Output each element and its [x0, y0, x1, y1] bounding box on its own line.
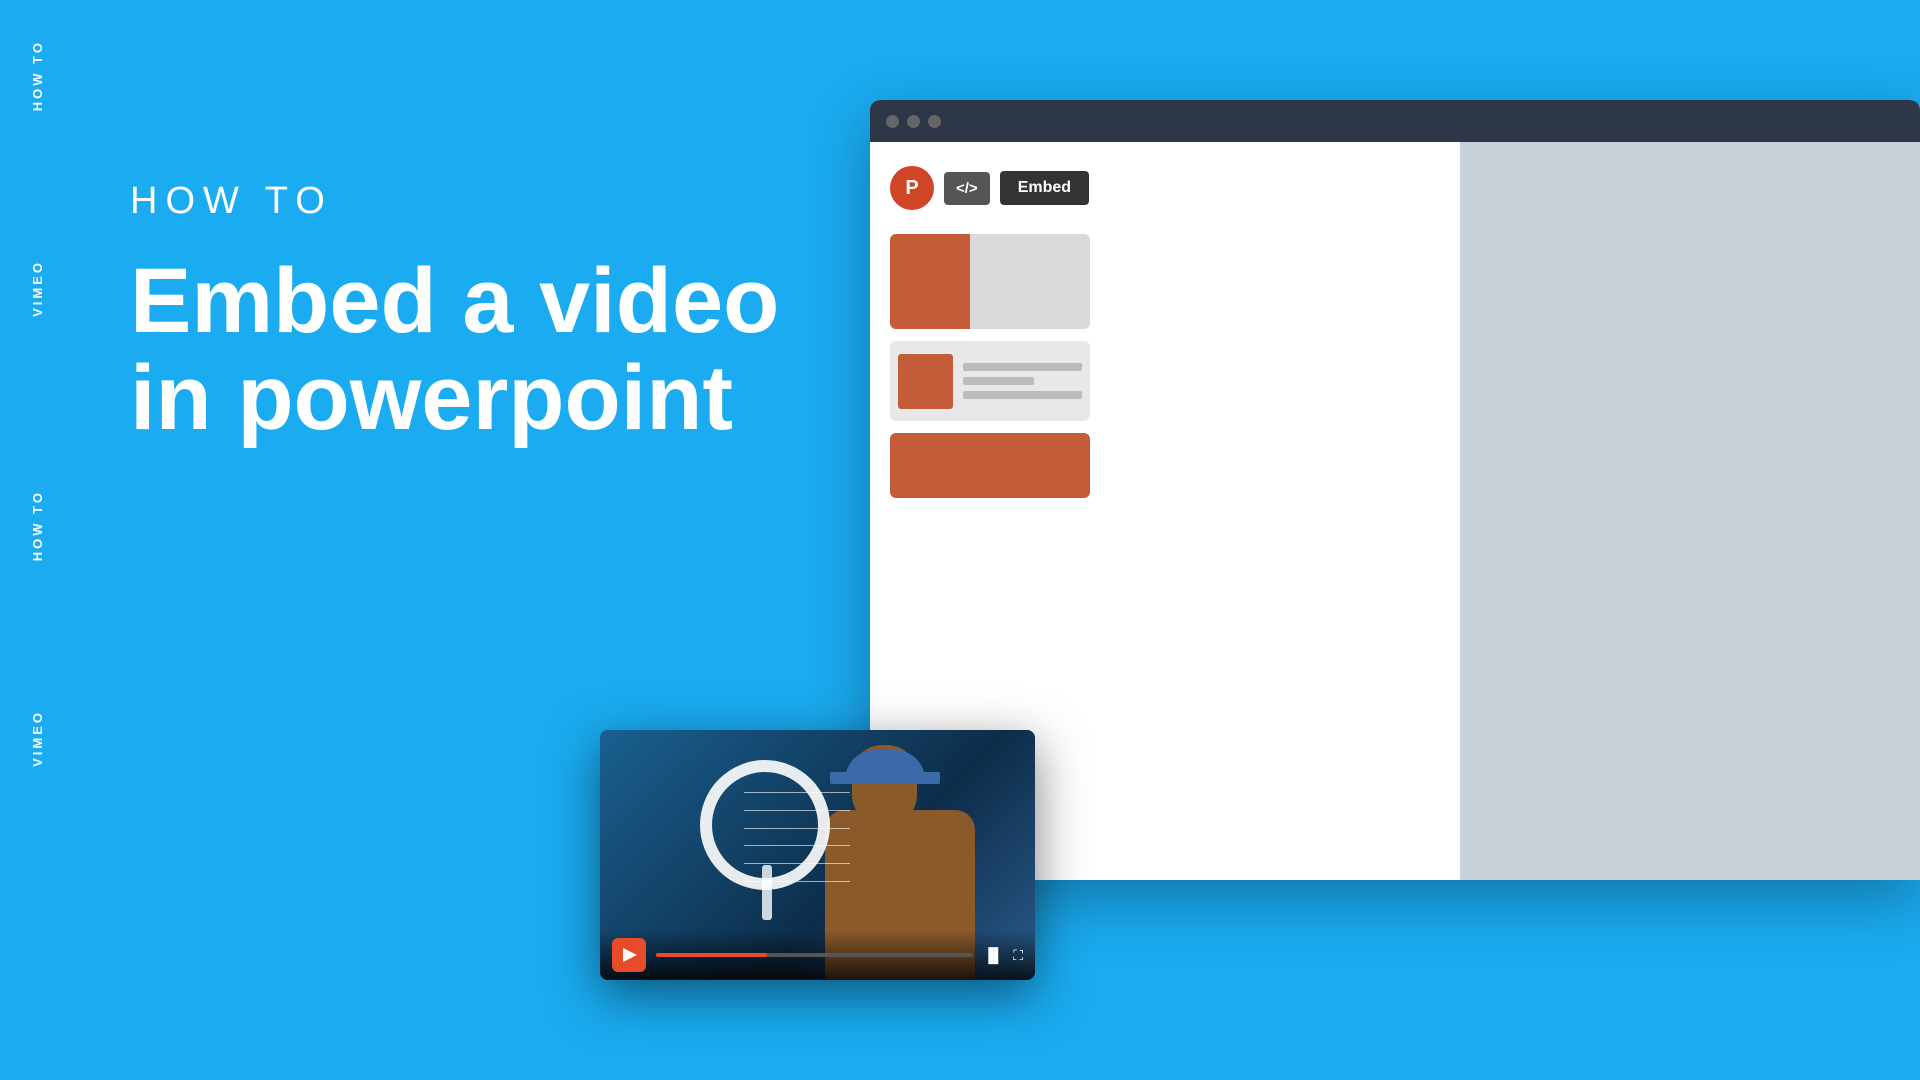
- how-to-subtitle: HOW TO: [130, 180, 779, 223]
- play-icon: [623, 948, 637, 962]
- content-list: [890, 234, 1090, 498]
- list-item: [890, 341, 1090, 421]
- list-item: [890, 433, 1090, 498]
- main-title: Embed a video in powerpoint: [130, 253, 779, 446]
- video-player[interactable]: ▐▌ ⛶: [600, 730, 1035, 980]
- vertical-label-howto-bot: HOW TO: [30, 490, 45, 561]
- vertical-label-vimeo-bot: VIMEO: [30, 710, 45, 767]
- main-content-area: HOW TO Embed a video in powerpoint: [130, 180, 779, 446]
- code-embed-button[interactable]: </>: [944, 172, 990, 205]
- list-content-area: [970, 234, 1090, 329]
- browser-right-panel: [1460, 142, 1920, 880]
- vertical-label-vimeo-mid: VIMEO: [30, 260, 45, 317]
- list-thumbnail-wide: [890, 433, 1090, 498]
- racket-handle: [762, 865, 772, 920]
- browser-dot-green: [928, 115, 941, 128]
- racket-string: [744, 792, 850, 793]
- video-progress-fill: [656, 953, 767, 957]
- racket-string: [744, 810, 850, 811]
- racket-string: [744, 828, 850, 829]
- list-line: [963, 391, 1082, 399]
- list-item: [890, 234, 1090, 329]
- list-line: [963, 377, 1034, 385]
- vertical-label-howto-top: HOW TO: [30, 40, 45, 111]
- list-text-lines: [963, 363, 1082, 399]
- racket-string: [744, 881, 850, 882]
- browser-titlebar: [870, 100, 1920, 142]
- video-progress-bar[interactable]: [656, 953, 973, 957]
- video-background: ▐▌ ⛶: [600, 730, 1035, 980]
- embed-button[interactable]: Embed: [1000, 171, 1089, 205]
- racket-string: [744, 845, 850, 846]
- list-thumbnail-large: [890, 234, 970, 329]
- list-thumbnail-small: [898, 354, 953, 409]
- play-button[interactable]: [612, 938, 646, 972]
- browser-dot-red: [886, 115, 899, 128]
- browser-dot-yellow: [907, 115, 920, 128]
- fullscreen-icon[interactable]: ⛶: [1013, 947, 1023, 964]
- racket-string: [744, 863, 850, 864]
- tennis-racket: [680, 760, 880, 920]
- powerpoint-icon: P: [890, 166, 934, 210]
- racket-strings: [744, 784, 850, 890]
- list-line: [963, 363, 1082, 371]
- video-controls: ▐▌ ⛶: [600, 930, 1035, 980]
- volume-icon[interactable]: ▐▌: [983, 947, 1003, 963]
